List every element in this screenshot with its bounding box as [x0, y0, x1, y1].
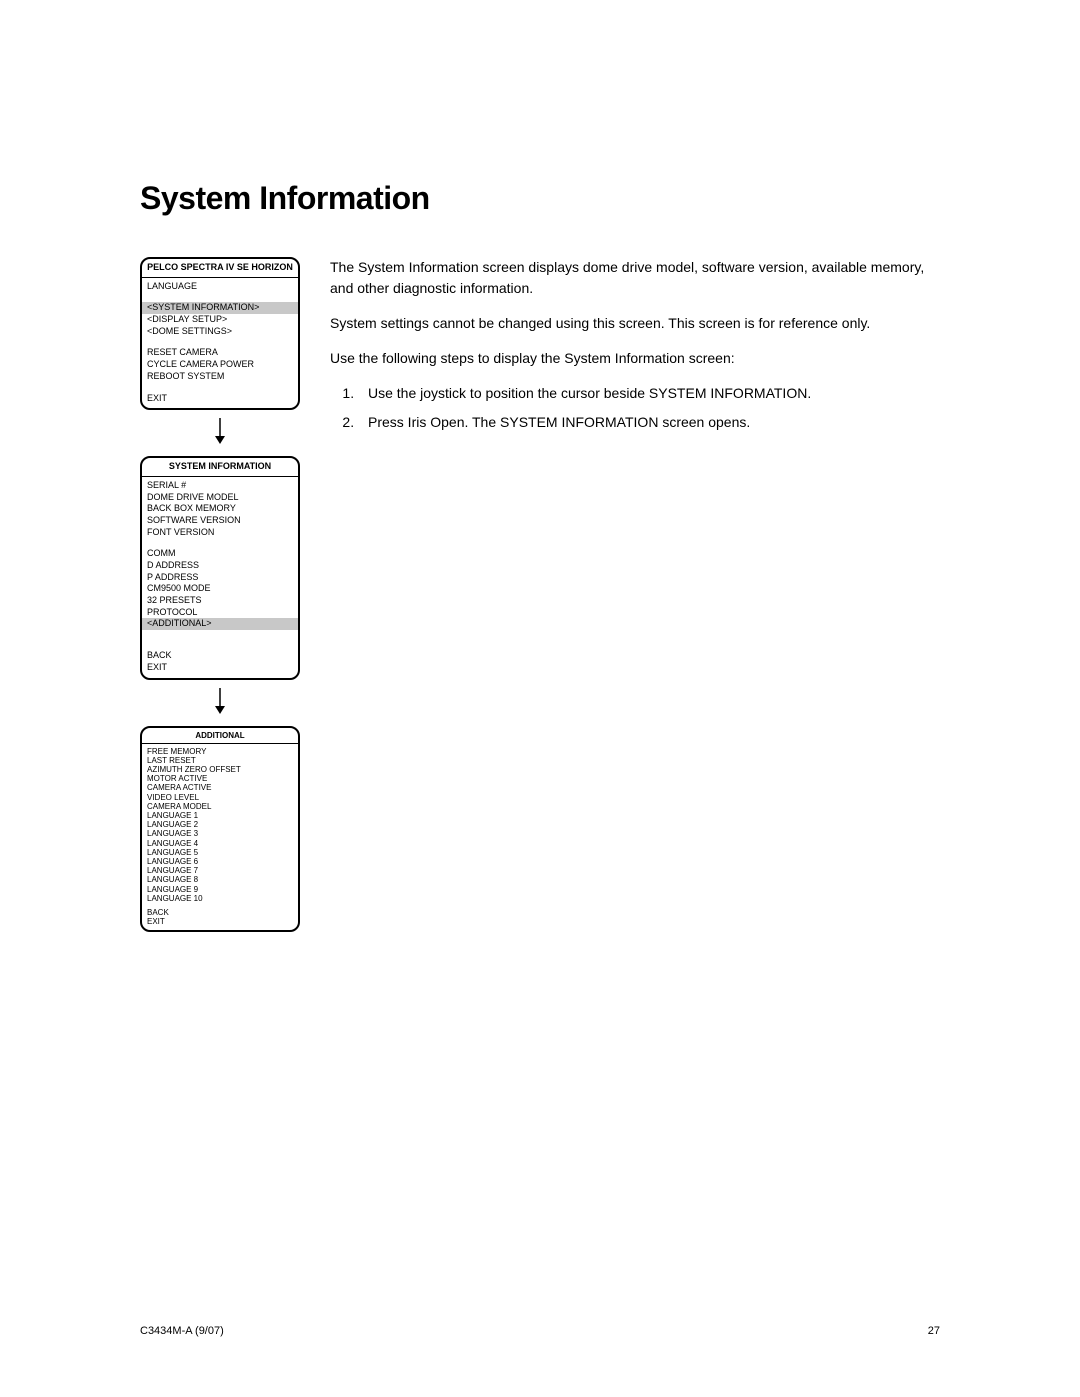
menu-column: PELCO SPECTRA IV SE HORIZON LANGUAGE <SY… [140, 257, 300, 940]
paragraph: Use the following steps to display the S… [330, 348, 940, 369]
menu-item: LANGUAGE 7 [147, 866, 293, 875]
paragraph: System settings cannot be changed using … [330, 313, 940, 334]
menu-item: RESET CAMERA [147, 347, 293, 359]
menu-box-main: PELCO SPECTRA IV SE HORIZON LANGUAGE <SY… [140, 257, 300, 410]
menu-item: LANGUAGE 5 [147, 848, 293, 857]
menu-item: DOME DRIVE MODEL [147, 492, 293, 504]
menu-item: LANGUAGE 6 [147, 857, 293, 866]
menu-item: P ADDRESS [147, 572, 293, 584]
menu-item: BACK [147, 908, 293, 917]
menu-item: LANGUAGE 9 [147, 885, 293, 894]
body-text: The System Information screen displays d… [330, 257, 940, 441]
page-title: System Information [140, 180, 940, 217]
menu-item: LAST RESET [147, 756, 293, 765]
menu-item: <SYSTEM INFORMATION> [142, 302, 298, 314]
menu-item: AZIMUTH ZERO OFFSET [147, 765, 293, 774]
step: Press Iris Open. The SYSTEM INFORMATION … [358, 412, 940, 433]
menu-title: PELCO SPECTRA IV SE HORIZON [142, 259, 298, 278]
menu-item: LANGUAGE 2 [147, 820, 293, 829]
menu-item: COMM [147, 548, 293, 560]
menu-item: EXIT [147, 662, 293, 674]
footer-doc-id: C3434M-A (9/07) [140, 1325, 224, 1337]
menu-item: D ADDRESS [147, 560, 293, 572]
menu-item: CAMERA MODEL [147, 802, 293, 811]
menu-item: FREE MEMORY [147, 747, 293, 756]
footer-page-number: 27 [928, 1325, 940, 1337]
menu-item: EXIT [147, 917, 293, 926]
menu-item: FONT VERSION [147, 527, 293, 539]
menu-item: MOTOR ACTIVE [147, 774, 293, 783]
menu-item: LANGUAGE 4 [147, 839, 293, 848]
arrow-down-icon [214, 688, 226, 714]
step: Use the joystick to position the cursor … [358, 383, 940, 404]
menu-item: REBOOT SYSTEM [147, 371, 293, 383]
menu-item: SERIAL # [147, 480, 293, 492]
menu-item: LANGUAGE [147, 281, 293, 293]
menu-item: <DISPLAY SETUP> [147, 314, 293, 326]
menu-item: CAMERA ACTIVE [147, 783, 293, 792]
menu-item: CYCLE CAMERA POWER [147, 359, 293, 371]
menu-item: BACK [147, 650, 293, 662]
menu-item: 32 PRESETS [147, 595, 293, 607]
menu-item: LANGUAGE 3 [147, 829, 293, 838]
arrow-down-icon [214, 418, 226, 444]
menu-item: LANGUAGE 8 [147, 875, 293, 884]
menu-item: <ADDITIONAL> [142, 618, 298, 630]
menu-item: CM9500 MODE [147, 583, 293, 595]
menu-box-additional: ADDITIONAL FREE MEMORY LAST RESET AZIMUT… [140, 726, 300, 933]
menu-item: LANGUAGE 1 [147, 811, 293, 820]
menu-title: ADDITIONAL [142, 728, 298, 744]
menu-item: VIDEO LEVEL [147, 793, 293, 802]
menu-title: SYSTEM INFORMATION [142, 458, 298, 477]
menu-item: BACK BOX MEMORY [147, 503, 293, 515]
menu-box-sysinfo: SYSTEM INFORMATION SERIAL # DOME DRIVE M… [140, 456, 300, 679]
menu-item: EXIT [147, 393, 293, 405]
menu-item: LANGUAGE 10 [147, 894, 293, 903]
menu-item: SOFTWARE VERSION [147, 515, 293, 527]
paragraph: The System Information screen displays d… [330, 257, 940, 299]
menu-item: PROTOCOL [147, 607, 293, 619]
menu-item: <DOME SETTINGS> [147, 326, 293, 338]
